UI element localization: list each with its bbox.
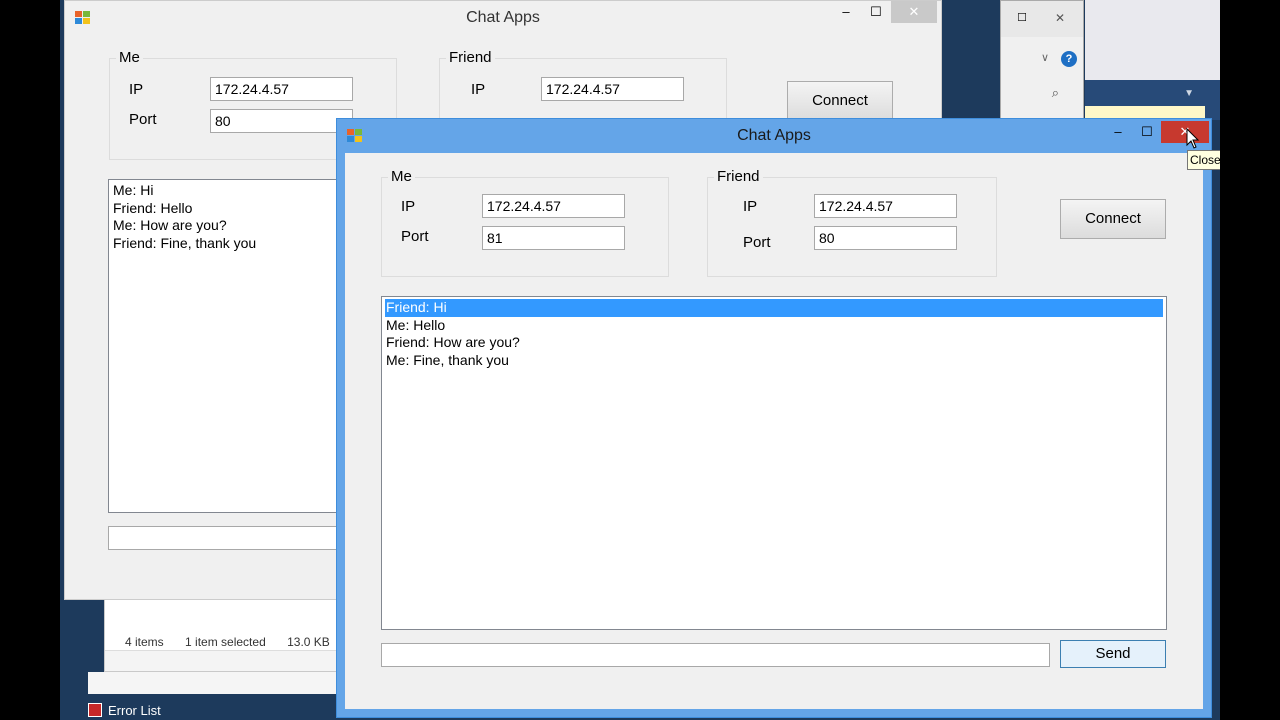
me-port-label: Port bbox=[129, 111, 157, 128]
me-port-field[interactable]: 80 bbox=[210, 109, 353, 133]
desktop: ▼ ☐ ✕ ∨ ? ⌕ 4 items 1 item selected 13.0… bbox=[60, 0, 1220, 720]
me-ip-label: IP bbox=[401, 198, 416, 215]
me-group-label: Me bbox=[116, 49, 143, 66]
error-list-icon bbox=[88, 703, 102, 717]
close-button[interactable]: ✕ bbox=[891, 1, 937, 23]
message-item[interactable]: Me: Hello bbox=[385, 317, 1163, 335]
friend-port-label: Port bbox=[743, 234, 771, 251]
me-group-label: Me bbox=[388, 168, 415, 185]
message-item[interactable]: Friend: Hi bbox=[385, 299, 1163, 317]
message-list[interactable]: Friend: Hi Me: Hello Friend: How are you? M… bbox=[381, 296, 1167, 630]
minimize-button[interactable]: – bbox=[833, 1, 859, 23]
close-icon[interactable]: ✕ bbox=[1039, 11, 1081, 27]
friend-ip-label: IP bbox=[743, 198, 758, 215]
friend-ip-field[interactable]: 172.24.4.57 bbox=[541, 77, 684, 101]
connect-button[interactable]: Connect bbox=[787, 81, 893, 121]
me-ip-label: IP bbox=[129, 81, 144, 98]
me-port-label: Port bbox=[401, 228, 429, 245]
message-item[interactable]: Friend: How are you? bbox=[385, 334, 1163, 352]
selection-count: 1 item selected bbox=[185, 635, 266, 649]
message-item[interactable]: Me: Fine, thank you bbox=[385, 352, 1163, 370]
friend-group-label: Friend bbox=[714, 168, 763, 185]
message-item[interactable]: Me: How are you? bbox=[112, 217, 344, 235]
message-list[interactable]: Me: Hi Friend: Hello Me: How are you? Frien… bbox=[108, 179, 348, 513]
explorer-status-bar: 4 items 1 item selected 13.0 KB bbox=[125, 635, 348, 649]
message-input[interactable] bbox=[381, 643, 1050, 667]
close-tooltip: Close bbox=[1187, 150, 1220, 170]
selection-size: 13.0 KB bbox=[287, 635, 330, 649]
connect-button[interactable]: Connect bbox=[1060, 199, 1166, 239]
window-title: Chat Apps bbox=[466, 9, 540, 26]
dropdown-arrow-icon[interactable]: ▼ bbox=[1184, 88, 1194, 99]
close-button[interactable]: ✕ bbox=[1161, 121, 1209, 143]
send-button[interactable]: Send bbox=[1060, 640, 1166, 668]
background-ide-panel: ▼ bbox=[1085, 80, 1220, 120]
background-ide-toolbar bbox=[1085, 0, 1220, 80]
background-window: ☐ ✕ ∨ ? ⌕ bbox=[1000, 0, 1084, 120]
message-input[interactable] bbox=[108, 526, 348, 550]
maximize-button[interactable]: ☐ bbox=[1134, 121, 1160, 143]
maximize-button[interactable]: ☐ bbox=[863, 1, 889, 23]
friend-group-label: Friend bbox=[446, 49, 495, 66]
message-item[interactable]: Me: Hi bbox=[112, 182, 344, 200]
friend-ip-field[interactable]: 172.24.4.57 bbox=[814, 194, 957, 218]
mouse-cursor-icon bbox=[1186, 128, 1200, 149]
chevron-down-icon[interactable]: ∨ bbox=[1041, 51, 1049, 64]
me-ip-field[interactable]: 172.24.4.57 bbox=[482, 194, 625, 218]
window-title: Chat Apps bbox=[737, 127, 811, 144]
maximize-icon[interactable]: ☐ bbox=[1007, 11, 1037, 27]
message-item[interactable]: Friend: Fine, thank you bbox=[112, 235, 344, 253]
me-port-field[interactable]: 81 bbox=[482, 226, 625, 250]
minimize-button[interactable]: – bbox=[1105, 121, 1131, 143]
item-count: 4 items bbox=[125, 635, 164, 649]
error-list-label: Error List bbox=[108, 702, 161, 718]
me-ip-field[interactable]: 172.24.4.57 bbox=[210, 77, 353, 101]
help-icon[interactable]: ? bbox=[1061, 51, 1077, 67]
friend-ip-label: IP bbox=[471, 81, 486, 98]
chat-window-front: Chat Apps – ☐ ✕ Me IP 172.24.4.57 Port 8… bbox=[336, 118, 1212, 718]
error-list-tab[interactable]: Error List bbox=[88, 700, 161, 720]
search-icon[interactable]: ⌕ bbox=[1052, 85, 1059, 101]
message-item[interactable]: Friend: Hello bbox=[112, 200, 344, 218]
friend-port-field[interactable]: 80 bbox=[814, 226, 957, 250]
